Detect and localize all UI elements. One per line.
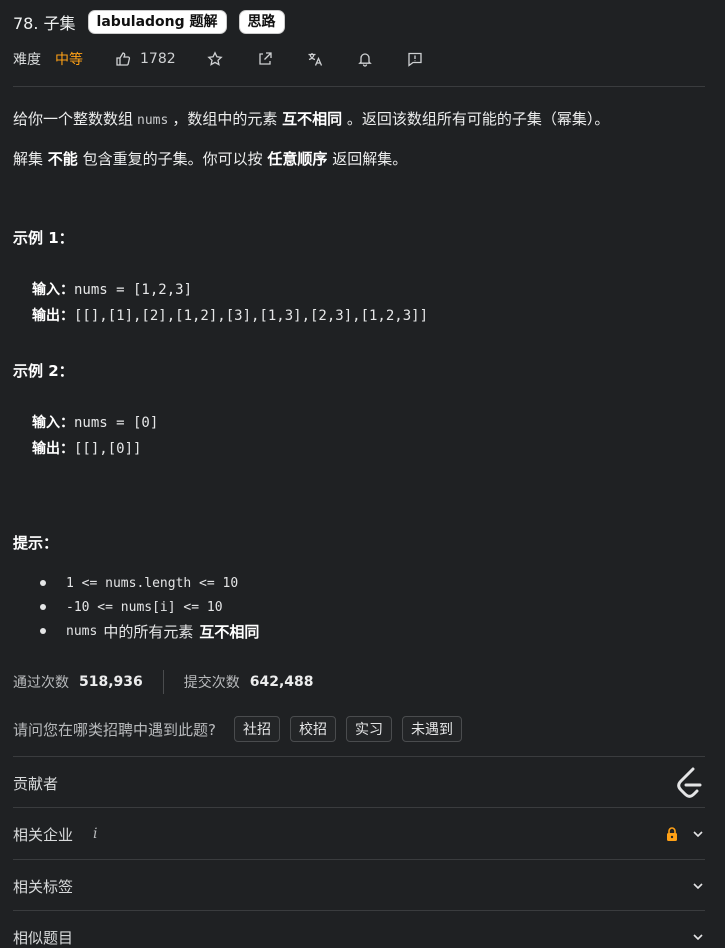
hint-bold: 互不相同: [199, 622, 260, 641]
description-paragraph-2: 解集 不能 包含重复的子集。你可以按 任意顺序 返回解集。: [13, 148, 407, 169]
example-2-output: 输出：[[],[0]]: [32, 438, 141, 458]
hint-text: 1 <= nums.length <= 10: [66, 575, 239, 591]
section-divider: [13, 859, 705, 860]
leetcode-logo-icon: [677, 767, 702, 798]
submitted-count: 642,488: [249, 674, 314, 690]
desc-text: 返回解集。: [332, 150, 408, 168]
output-value: [[],[1],[2],[1,2],[3],[1,3],[2,3],[1,2,3…: [74, 308, 429, 324]
tags-section[interactable]: 相关标签: [13, 861, 705, 911]
desc-text: ，数组中的元素: [172, 110, 278, 128]
contributors-section[interactable]: 贡献者: [13, 758, 705, 808]
star-icon[interactable]: [206, 50, 224, 68]
recruit-social-button[interactable]: 社招: [233, 716, 280, 742]
submission-stats: 通过次数 518,936 提交次数 642,488: [13, 670, 314, 694]
lock-icon: [667, 827, 677, 841]
desc-text: 解集: [13, 150, 44, 168]
description-paragraph-1: 给你一个整数数组 nums ，数组中的元素 互不相同 。返回该数组所有可能的子集（幂…: [13, 108, 609, 129]
input-label: 输入：: [32, 282, 74, 298]
chevron-down-icon: [693, 831, 703, 838]
list-item: -10 <= nums[i] <= 10: [40, 595, 259, 619]
companies-section[interactable]: 相关企业 i: [13, 809, 705, 859]
hints-list: 1 <= nums.length <= 10 -10 <= nums[i] <=…: [40, 571, 259, 643]
desc-bold: 任意顺序: [267, 150, 328, 168]
header-divider: [13, 86, 705, 87]
desc-text: 给你一个整数数组: [13, 110, 134, 128]
section-divider: [13, 756, 705, 757]
example-1-heading: 示例 1：: [13, 229, 74, 247]
solution-tag-button[interactable]: labuladong 题解: [87, 10, 227, 34]
problem-title: 78. 子集: [13, 14, 76, 33]
chevron-down-icon: [693, 883, 703, 890]
translate-icon[interactable]: [306, 50, 324, 68]
bullet: [40, 628, 46, 634]
contributors-label: 贡献者: [13, 774, 59, 793]
accepted-label: 通过次数: [13, 675, 69, 691]
hint-text: -10 <= nums[i] <= 10: [66, 599, 223, 615]
hints-heading: 提示：: [13, 534, 59, 552]
info-icon[interactable]: i: [93, 826, 97, 842]
share-icon[interactable]: [256, 50, 274, 68]
input-value: nums = [0]: [74, 415, 159, 431]
desc-bold: 不能: [47, 150, 78, 168]
bullet: [40, 580, 46, 586]
bell-icon[interactable]: [356, 50, 374, 68]
desc-text: 包含重复的子集。你可以按: [82, 150, 263, 168]
difficulty-label: 难度: [13, 52, 41, 68]
section-divider: [13, 910, 705, 911]
input-label: 输入：: [32, 415, 74, 431]
similar-label: 相似题目: [13, 928, 74, 947]
output-label: 输出：: [32, 441, 74, 457]
difficulty-value: 中等: [55, 52, 83, 68]
section-divider: [13, 807, 705, 808]
idea-tag-button[interactable]: 思路: [238, 10, 285, 34]
example-2-input: 输入：nums = [0]: [32, 412, 158, 432]
example-1-output: 输出：[[],[1],[2],[1,2],[3],[1,3],[2,3],[1,…: [32, 305, 428, 325]
example-1-input: 输入：nums = [1,2,3]: [32, 279, 192, 299]
accepted-count: 518,936: [79, 674, 143, 690]
example-2-heading: 示例 2：: [13, 362, 74, 380]
like-button[interactable]: 1782: [115, 51, 176, 67]
recruit-intern-button[interactable]: 实习: [345, 716, 392, 742]
meta-row: 难度 中等 1782: [13, 48, 456, 70]
output-label: 输出：: [32, 308, 74, 324]
similar-section[interactable]: 相似题目: [13, 912, 705, 948]
hint-text: 中的所有元素: [103, 622, 194, 641]
desc-bold: 互不相同: [282, 110, 343, 128]
title-row: 78. 子集 labuladong 题解 思路: [13, 8, 297, 36]
feedback-icon[interactable]: [406, 50, 424, 68]
companies-label: 相关企业: [13, 825, 74, 844]
inline-code: nums: [137, 113, 169, 128]
recruit-question: 请问您在哪类招聘中遇到此题?: [13, 720, 216, 739]
chevron-down-icon: [693, 934, 703, 941]
hint-code: nums: [66, 623, 98, 639]
recruit-survey: 请问您在哪类招聘中遇到此题? 社招 校招 实习 未遇到: [13, 716, 472, 742]
recruit-campus-button[interactable]: 校招: [289, 716, 336, 742]
recruit-none-button[interactable]: 未遇到: [401, 716, 462, 742]
bullet: [40, 604, 46, 610]
input-value: nums = [1,2,3]: [74, 282, 193, 298]
tags-label: 相关标签: [13, 877, 74, 896]
desc-text: 。返回该数组所有可能的子集（幂集）。: [346, 110, 610, 128]
list-item: nums 中的所有元素 互不相同: [40, 619, 259, 643]
submitted-label: 提交次数: [183, 675, 240, 691]
like-count: 1782: [140, 51, 176, 67]
stats-divider: [162, 670, 164, 694]
output-value: [[],[0]]: [74, 441, 142, 457]
list-item: 1 <= nums.length <= 10: [40, 571, 259, 595]
thumb-up-icon: [116, 52, 131, 66]
